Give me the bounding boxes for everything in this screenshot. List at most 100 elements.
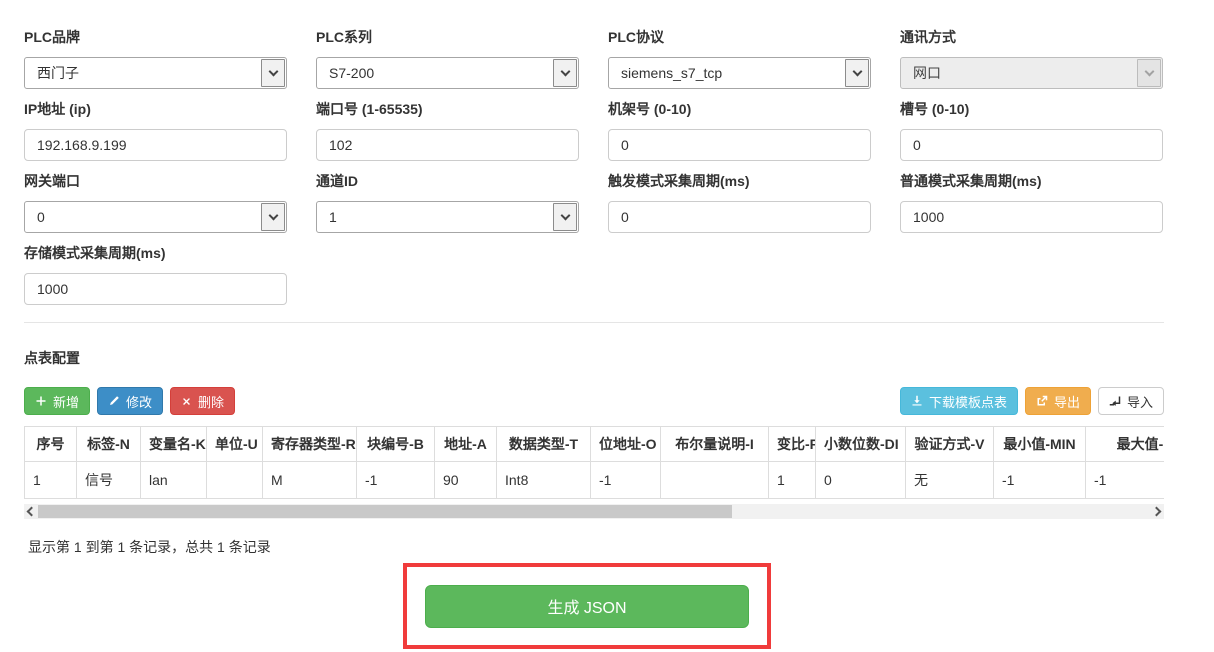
plc-series-label: PLC系列 (316, 29, 579, 46)
normal-period-label: 普通模式采集周期(ms) (900, 173, 1163, 190)
plc-protocol-select[interactable]: siemens_s7_tcp (608, 57, 871, 89)
slot-label: 槽号 (0-10) (900, 101, 1163, 118)
import-button[interactable]: 导入 (1098, 387, 1164, 415)
chevron-down-icon (261, 203, 285, 231)
field-plc-brand: PLC品牌 西门子 (24, 29, 287, 89)
cell-index: 1 (25, 462, 77, 499)
chevron-down-icon (553, 203, 577, 231)
field-ip-address: IP地址 (ip) (24, 101, 287, 161)
edit-button[interactable]: 修改 (97, 387, 163, 415)
col-header-max: 最大值-MAX (1086, 427, 1165, 462)
plc-series-select[interactable]: S7-200 (316, 57, 579, 89)
plc-protocol-value: siemens_s7_tcp (621, 65, 722, 81)
chevron-down-icon (261, 59, 285, 87)
table-horizontal-scrollbar[interactable] (24, 504, 1164, 519)
field-rack: 机架号 (0-10) (608, 101, 871, 161)
toolbar-right-group: 下载模板点表 导出 导入 (900, 387, 1164, 415)
col-header-min: 最小值-MIN (994, 427, 1086, 462)
chevron-right-icon[interactable] (1152, 507, 1162, 517)
chevron-left-icon[interactable] (27, 507, 37, 517)
normal-period-input[interactable] (900, 201, 1163, 233)
field-channel-id: 通道ID 1 (316, 173, 579, 233)
annotation-red-box: 生成 JSON (403, 563, 771, 649)
cell-bool-desc (661, 462, 769, 499)
col-header-ratio: 变比-P (769, 427, 816, 462)
plc-config-panel: PLC品牌 西门子 PLC系列 S7-200 PLC协议 siemens_s7_… (24, 29, 1164, 557)
cell-address: 90 (435, 462, 497, 499)
cell-validation: 无 (906, 462, 994, 499)
channel-id-select[interactable]: 1 (316, 201, 579, 233)
plc-form: PLC品牌 西门子 PLC系列 S7-200 PLC协议 siemens_s7_… (24, 29, 1164, 305)
col-header-register-type: 寄存器类型-R (263, 427, 357, 462)
cell-data-type: Int8 (497, 462, 591, 499)
cell-varname: lan (141, 462, 207, 499)
field-normal-period: 普通模式采集周期(ms) (900, 173, 1163, 233)
scrollbar-thumb[interactable] (38, 505, 732, 518)
field-comm-mode: 通讯方式 网口 (900, 29, 1163, 89)
col-header-varname: 变量名-K (141, 427, 207, 462)
comm-mode-label: 通讯方式 (900, 29, 1163, 46)
col-header-data-type: 数据类型-T (497, 427, 591, 462)
points-toolbar: 新增 修改 删除 下载模板点表 导出 导入 (24, 387, 1164, 415)
field-storage-period: 存储模式采集周期(ms) (24, 245, 287, 305)
trigger-period-label: 触发模式采集周期(ms) (608, 173, 871, 190)
delete-button-label: 删除 (198, 392, 224, 411)
import-button-label: 导入 (1127, 392, 1153, 411)
points-table-title: 点表配置 (24, 348, 1164, 368)
col-header-index: 序号 (25, 427, 77, 462)
col-header-bool-desc: 布尔量说明-I (661, 427, 769, 462)
delete-button[interactable]: 删除 (170, 387, 235, 415)
cell-decimals: 0 (816, 462, 906, 499)
cell-max: -1 (1086, 462, 1165, 499)
cell-block-no: -1 (357, 462, 435, 499)
cell-ratio: 1 (769, 462, 816, 499)
points-table-container: 序号 标签-N 变量名-K 单位-U 寄存器类型-R 块编号-B 地址-A 数据… (24, 426, 1164, 499)
rack-label: 机架号 (0-10) (608, 101, 871, 118)
slot-input[interactable] (900, 129, 1163, 161)
field-port: 端口号 (1-65535) (316, 101, 579, 161)
cell-bit-address: -1 (591, 462, 661, 499)
export-icon (1036, 395, 1048, 407)
cell-tag: 信号 (77, 462, 141, 499)
comm-mode-value: 网口 (913, 65, 941, 81)
cell-min: -1 (994, 462, 1086, 499)
storage-period-input[interactable] (24, 273, 287, 305)
rack-input[interactable] (608, 129, 871, 161)
download-icon (911, 395, 923, 407)
add-button[interactable]: 新增 (24, 387, 90, 415)
channel-id-label: 通道ID (316, 173, 579, 190)
chevron-down-icon (1137, 59, 1161, 87)
col-header-address: 地址-A (435, 427, 497, 462)
port-label: 端口号 (1-65535) (316, 101, 579, 118)
x-icon (181, 396, 192, 407)
ip-address-label: IP地址 (ip) (24, 101, 287, 118)
import-icon (1109, 395, 1121, 407)
plus-icon (35, 395, 47, 407)
table-row[interactable]: 1 信号 lan M -1 90 Int8 -1 1 0 无 -1 -1 (25, 462, 1165, 499)
plc-brand-select[interactable]: 西门子 (24, 57, 287, 89)
cell-unit (207, 462, 263, 499)
col-header-bit-address: 位地址-O (591, 427, 661, 462)
field-gateway-port: 网关端口 0 (24, 173, 287, 233)
ip-address-input[interactable] (24, 129, 287, 161)
chevron-down-icon (845, 59, 869, 87)
col-header-block-no: 块编号-B (357, 427, 435, 462)
generate-json-button[interactable]: 生成 JSON (425, 585, 749, 628)
field-plc-protocol: PLC协议 siemens_s7_tcp (608, 29, 871, 89)
plc-protocol-label: PLC协议 (608, 29, 871, 46)
col-header-validation: 验证方式-V (906, 427, 994, 462)
record-count-summary: 显示第 1 到第 1 条记录，总共 1 条记录 (24, 537, 1164, 557)
field-trigger-period: 触发模式采集周期(ms) (608, 173, 871, 233)
channel-id-value: 1 (329, 209, 337, 225)
field-plc-series: PLC系列 S7-200 (316, 29, 579, 89)
plc-brand-label: PLC品牌 (24, 29, 287, 46)
col-header-decimals: 小数位数-DI (816, 427, 906, 462)
points-table: 序号 标签-N 变量名-K 单位-U 寄存器类型-R 块编号-B 地址-A 数据… (24, 426, 1164, 499)
export-button[interactable]: 导出 (1025, 387, 1091, 415)
plc-series-value: S7-200 (329, 65, 374, 81)
gateway-port-label: 网关端口 (24, 173, 287, 190)
port-input[interactable] (316, 129, 579, 161)
download-template-button[interactable]: 下载模板点表 (900, 387, 1018, 415)
trigger-period-input[interactable] (608, 201, 871, 233)
gateway-port-select[interactable]: 0 (24, 201, 287, 233)
